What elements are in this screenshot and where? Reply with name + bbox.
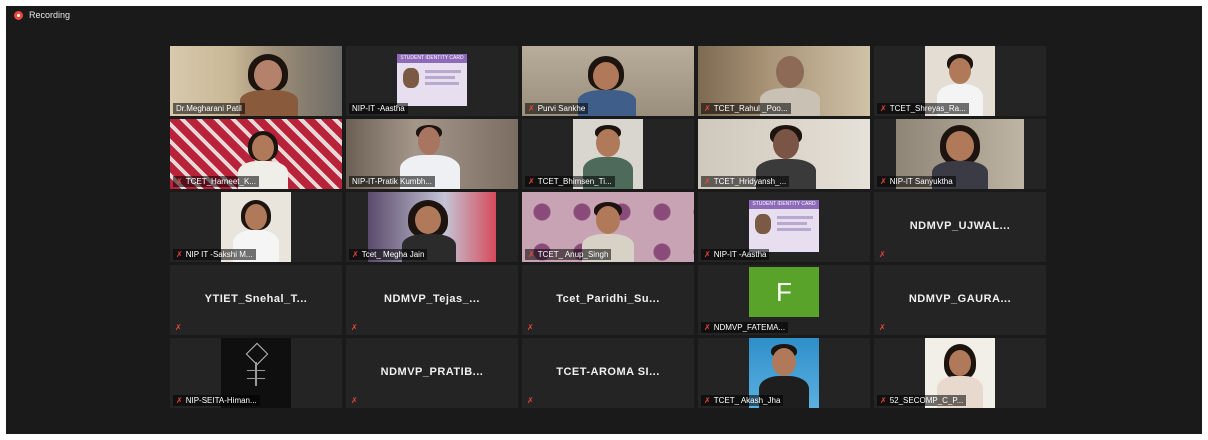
mic-muted-icon: ✗ (879, 250, 886, 259)
record-icon (14, 10, 23, 20)
participant-tile[interactable]: ✗ TCET_Rahul _Poo... (698, 46, 870, 116)
participant-name: Tcet_Paridhi_Su... (556, 293, 660, 305)
participant-tile[interactable]: NDMVP_UJWAL... ✗ (874, 192, 1046, 262)
participant-tile[interactable]: F ✗ NDMVP_FATEMA... (698, 265, 870, 335)
participant-name: ✗ TCET_Bhimsen_Ti... (525, 176, 615, 187)
participant-video: STUDENT IDENTITY CARD (397, 54, 467, 106)
participant-name: NDMVP_UJWAL... (909, 220, 1011, 232)
participant-name: NIP-IT-Pratik Kumbh... (349, 176, 436, 187)
participant-tile[interactable]: NDMVP_GAURA... ✗ (874, 265, 1046, 335)
participant-name: ✗ TCET_Rahul _Poo... (701, 103, 791, 114)
participant-name: Dr.Megharani Patil (173, 103, 245, 114)
participant-tile[interactable]: STUDENT IDENTITY CARD NIP-IT -Aastha (346, 46, 518, 116)
mic-muted-icon: ✗ (175, 323, 182, 332)
participant-tile[interactable]: ✗ TCET_Bhimsen_Ti... (522, 119, 694, 189)
participant-tile[interactable]: Dr.Megharani Patil (170, 46, 342, 116)
mic-muted-icon: ✗ (880, 104, 887, 113)
participant-name: ✗ Purvi Sankhe (525, 103, 589, 114)
participant-tile[interactable]: ✗ NIP IT -Sakshi M... (170, 192, 342, 262)
participant-name: NDMVP_PRATIB... (380, 366, 484, 378)
mic-muted-icon: ✗ (527, 323, 534, 332)
mic-muted-icon: ✗ (527, 396, 534, 405)
mic-muted-icon: ✗ (351, 396, 358, 405)
participant-name: NIP-IT -Aastha (349, 103, 408, 114)
recording-label: Recording (29, 10, 71, 20)
participant-name: ✗ NIP-IT Sanyuktha (877, 176, 956, 187)
participant-tile[interactable]: Tcet_Paridhi_Su... ✗ (522, 265, 694, 335)
mic-muted-icon: ✗ (704, 323, 711, 332)
mic-muted-icon: ✗ (176, 396, 183, 405)
mic-muted-icon: ✗ (879, 323, 886, 332)
mic-muted-icon: ✗ (351, 323, 358, 332)
participant-name: NDMVP_Tejas_... (384, 293, 480, 305)
participant-tile[interactable]: ✗ NIP-SEITA-Himan... (170, 338, 342, 408)
participant-tile[interactable]: ✗ Tcet_ Megha Jain (346, 192, 518, 262)
participant-name: ✗ 52_SECOMP_C_P... (877, 395, 967, 406)
participant-name: ✗ TCET_Hridyansh_... (701, 176, 790, 187)
participant-name: YTIET_Snehal_T... (204, 293, 308, 305)
mic-muted-icon: ✗ (704, 250, 711, 259)
participant-name: ✗ NIP-IT -Aastha (701, 249, 770, 260)
mic-muted-icon: ✗ (880, 396, 887, 405)
mic-muted-icon: ✗ (528, 104, 535, 113)
participant-name: TCET-AROMA SI... (556, 366, 660, 378)
mic-muted-icon: ✗ (352, 250, 359, 259)
participant-tile[interactable]: STUDENT IDENTITY CARD ✗ NIP-IT -Aastha (698, 192, 870, 262)
participant-name: NDMVP_GAURA... (908, 293, 1012, 305)
participant-name: ✗ TCET_ Anup_Singh (525, 249, 612, 260)
gallery-grid: Dr.Megharani Patil STUDENT IDENTITY CARD… (170, 46, 1046, 408)
participant-name: ✗ TCET_Harneet_K... (173, 176, 259, 187)
meeting-window: Recording Dr.Megharani Patil STUDENT IDE… (6, 6, 1202, 434)
mic-muted-icon: ✗ (176, 250, 183, 259)
participant-tile[interactable]: ✗ 52_SECOMP_C_P... (874, 338, 1046, 408)
participant-name: ✗ Tcet_ Megha Jain (349, 249, 428, 260)
participant-name: ✗ TCET_Shreyas_Ra... (877, 103, 969, 114)
participant-tile[interactable]: ✗ TCET_ Anup_Singh (522, 192, 694, 262)
participant-tile[interactable]: NDMVP_PRATIB... ✗ (346, 338, 518, 408)
mic-muted-icon: ✗ (704, 396, 711, 405)
mic-muted-icon: ✗ (704, 104, 711, 113)
participant-name: ✗ NDMVP_FATEMA... (701, 322, 789, 333)
mic-muted-icon: ✗ (528, 250, 535, 259)
participant-tile[interactable]: ✗ TCET_Hridyansh_... (698, 119, 870, 189)
participant-name: ✗ TCET_ Akash_Jha (701, 395, 784, 406)
participant-tile[interactable]: ✗ Purvi Sankhe (522, 46, 694, 116)
participant-tile[interactable]: TCET-AROMA SI... ✗ (522, 338, 694, 408)
recording-indicator[interactable]: Recording (14, 10, 70, 20)
avatar: F (749, 267, 819, 317)
participant-tile[interactable]: ✗ TCET_Shreyas_Ra... (874, 46, 1046, 116)
mic-muted-icon: ✗ (704, 177, 711, 186)
participant-tile[interactable]: ✗ NIP-IT Sanyuktha (874, 119, 1046, 189)
participant-name: ✗ NIP IT -Sakshi M... (173, 249, 256, 260)
participant-video: STUDENT IDENTITY CARD (749, 200, 819, 252)
participant-tile[interactable]: NDMVP_Tejas_... ✗ (346, 265, 518, 335)
participant-tile[interactable]: ✗ TCET_Harneet_K... (170, 119, 342, 189)
participant-tile[interactable]: ✗ TCET_ Akash_Jha (698, 338, 870, 408)
participant-name: ✗ NIP-SEITA-Himan... (173, 395, 260, 406)
participant-tile[interactable]: NIP-IT-Pratik Kumbh... (346, 119, 518, 189)
mic-muted-icon: ✗ (176, 177, 183, 186)
mic-muted-icon: ✗ (880, 177, 887, 186)
participant-tile[interactable]: YTIET_Snehal_T... ✗ (170, 265, 342, 335)
mic-muted-icon: ✗ (528, 177, 535, 186)
